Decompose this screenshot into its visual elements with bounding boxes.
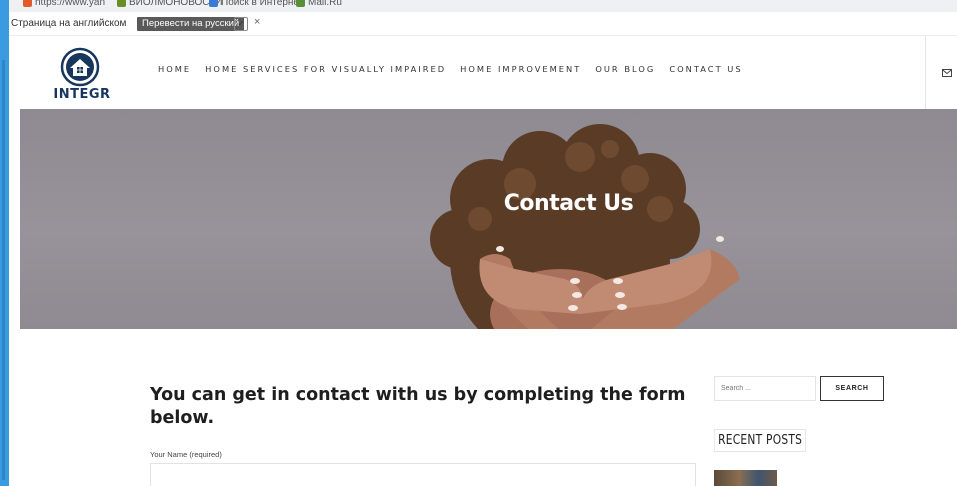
mailru-favicon-icon: [296, 0, 305, 7]
search-button[interactable]: SEARCH: [820, 376, 884, 401]
bookmark-yandex[interactable]: https://www.yan: [23, 0, 105, 8]
site-logo[interactable]: INTEGR: [46, 47, 118, 103]
house-logo-icon: [60, 47, 100, 87]
bookmark-label: https://www.yan: [35, 0, 106, 8]
browser-viewport: https://www.yan ВИОЛМОНОВОСТИ Поиск в Ин…: [9, 0, 957, 486]
mail-icon[interactable]: [942, 68, 952, 78]
recent-posts-title: RECENT POSTS: [714, 429, 807, 452]
hero-photo: [430, 124, 740, 329]
bookmark-mailru[interactable]: Mail.Ru: [296, 0, 342, 8]
translate-bar: Страница на английском Перевести на русс…: [9, 12, 957, 36]
desktop-left-edge: [0, 0, 9, 486]
left-edge-bar: [2, 60, 5, 480]
bookmark-label: Mail.Ru: [308, 0, 342, 8]
main-content: You can get in contact with us by comple…: [9, 329, 957, 486]
nav-our-blog[interactable]: OUR BLOG: [595, 64, 655, 74]
nav-home[interactable]: HOME: [158, 64, 191, 74]
name-input[interactable]: [150, 463, 696, 486]
hero-banner: Contact Us: [20, 109, 957, 329]
name-field-label: Your Name (required): [150, 450, 222, 459]
close-icon[interactable]: ×: [254, 16, 260, 28]
bookmark-search[interactable]: Поиск в Интерне: [209, 0, 299, 8]
form-heading: You can get in contact with us by comple…: [150, 385, 686, 428]
bookmark-news[interactable]: ВИОЛМОНОВОСТИ: [117, 0, 223, 8]
search-input[interactable]: [714, 376, 816, 401]
chevron-down-icon: ✓: [237, 19, 245, 28]
yandex-favicon-icon: [23, 0, 32, 7]
main-nav: HOME HOME SERVICES FOR VISUALLY IMPAIRED…: [158, 64, 743, 74]
nav-home-improvement[interactable]: HOME IMPROVEMENT: [460, 64, 581, 74]
search-favicon-icon: [209, 0, 218, 7]
header-divider: [925, 36, 926, 109]
site-header: INTEGR HOME HOME SERVICES FOR VISUALLY I…: [9, 36, 957, 109]
translate-button[interactable]: Перевести на русский: [137, 17, 245, 31]
nav-contact-us[interactable]: CONTACT US: [669, 64, 742, 74]
recent-post-thumbnail[interactable]: [714, 470, 777, 486]
page-title: Contact Us: [503, 191, 634, 216]
bookmark-label: Поиск в Интерне: [221, 0, 299, 8]
logo-wordmark: INTEGR: [53, 87, 111, 102]
page-language-text: Страница на английском: [11, 18, 127, 29]
news-favicon-icon: [117, 0, 126, 7]
nav-home-services[interactable]: HOME SERVICES FOR VISUALLY IMPAIRED: [205, 64, 446, 74]
bookmarks-bar: https://www.yan ВИОЛМОНОВОСТИ Поиск в Ин…: [9, 0, 957, 12]
translate-options-dropdown[interactable]: ✓: [234, 17, 248, 31]
